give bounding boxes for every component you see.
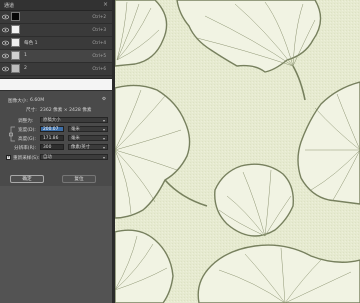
channel-row[interactable]: 每色 1 Ctrl+4 <box>0 37 112 50</box>
channel-thumbnail <box>11 38 20 47</box>
resample-value: 自动 <box>43 155 52 160</box>
resample-checkbox[interactable] <box>6 154 11 160</box>
workspace: 通道 × Ctrl+2 Ctrl+3 每色 1 Ctrl+4 1 Ctrl+5 <box>0 0 360 303</box>
resolution-unit-select[interactable]: 像素/英寸 ▾ <box>68 144 108 150</box>
canvas-edge-strip <box>112 0 115 303</box>
width-input[interactable]: 200.07 <box>40 126 64 132</box>
image-size-dialog: 图像大小: 6.60M ⚙ 尺寸: 2362 像素 × 2428 像素 调整为:… <box>0 90 112 187</box>
eye-icon[interactable] <box>2 27 9 33</box>
close-icon[interactable]: × <box>103 1 108 8</box>
fit-to-label: 调整为: <box>18 119 34 124</box>
channel-name: 2 <box>24 66 27 71</box>
fit-to-select[interactable]: 原稿大小 ▾ <box>40 117 108 123</box>
fit-to-value: 原稿大小 <box>43 118 61 123</box>
channels-panel-title[interactable]: 通道 <box>4 2 14 9</box>
dimensions-value: 2362 像素 × 2428 像素 <box>40 108 92 113</box>
link-proportions-icon[interactable] <box>8 125 16 143</box>
resolution-unit-value: 像素/英寸 <box>71 145 91 150</box>
channels-panel: 通道 × Ctrl+2 Ctrl+3 每色 1 Ctrl+4 1 Ctrl+5 <box>0 0 112 78</box>
channel-thumbnail <box>11 64 20 73</box>
reset-button[interactable]: 复位 <box>62 175 96 183</box>
ginkgo-pattern-artwork <box>115 0 360 303</box>
channel-shortcut: Ctrl+6 <box>92 66 106 71</box>
channel-row[interactable]: Ctrl+3 <box>0 24 112 37</box>
dimensions-label: 尺寸: <box>26 108 37 113</box>
channel-name: 每色 1 <box>24 41 38 46</box>
channel-row[interactable]: 1 Ctrl+5 <box>0 50 112 63</box>
height-unit-value: 毫米 <box>71 136 80 141</box>
width-unit-value: 毫米 <box>71 127 80 132</box>
chevron-down-icon: ▾ <box>102 127 105 132</box>
gear-icon[interactable]: ⚙ <box>102 97 106 102</box>
channel-shortcut: Ctrl+5 <box>92 53 106 58</box>
ok-button[interactable]: 确定 <box>10 175 44 183</box>
width-label: 宽度(D): <box>18 128 36 133</box>
channel-shortcut: Ctrl+2 <box>92 14 106 19</box>
chevron-down-icon: ▾ <box>102 118 105 123</box>
image-size-label: 图像大小: <box>8 99 28 104</box>
channels-panel-tabbar: 通道 × <box>0 0 112 11</box>
empty-panel-area <box>0 186 112 303</box>
chevron-down-icon: ▾ <box>102 145 105 150</box>
eye-icon[interactable] <box>2 14 9 20</box>
resample-select[interactable]: 自动 ▾ <box>40 154 108 160</box>
eye-icon[interactable] <box>2 40 9 46</box>
resample-label: 重新采样(S): <box>13 156 40 161</box>
channel-shortcut: Ctrl+4 <box>92 40 106 45</box>
resolution-label: 分辨率(R): <box>14 146 37 151</box>
document-canvas[interactable] <box>115 0 360 303</box>
channel-thumbnail <box>11 51 20 60</box>
height-unit-select[interactable]: 毫米 ▾ <box>68 135 108 141</box>
eye-icon[interactable] <box>2 66 9 72</box>
chevron-down-icon: ▾ <box>102 136 105 141</box>
channel-name: 1 <box>24 53 27 58</box>
width-unit-select[interactable]: 毫米 ▾ <box>68 126 108 132</box>
channel-shortcut: Ctrl+3 <box>92 27 106 32</box>
channel-thumbnail <box>11 12 20 21</box>
eye-icon[interactable] <box>2 53 9 59</box>
channel-row[interactable]: 2 Ctrl+6 <box>0 63 112 76</box>
height-label: 高度(G): <box>18 137 36 142</box>
channel-row[interactable]: Ctrl+2 <box>0 11 112 24</box>
channel-thumbnail <box>11 25 20 34</box>
image-size-value: 6.60M <box>30 98 45 103</box>
chevron-down-icon: ▾ <box>102 155 105 160</box>
height-input[interactable]: 171.86 <box>40 135 64 141</box>
resolution-input[interactable]: 300 <box>40 144 64 150</box>
